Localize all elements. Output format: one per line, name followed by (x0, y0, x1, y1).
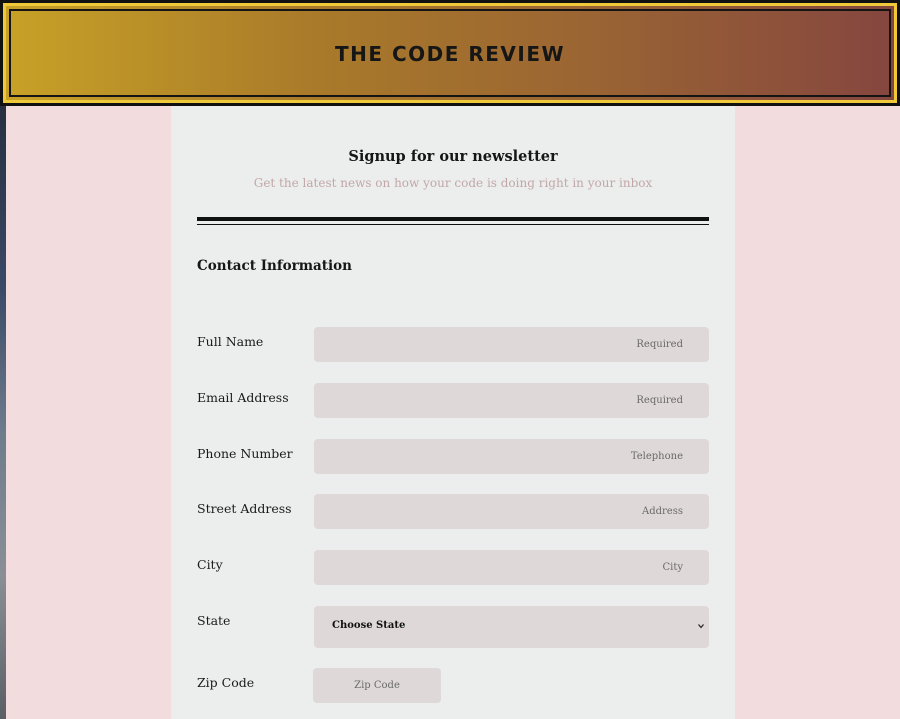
email-input[interactable] (314, 383, 709, 418)
page: THE CODE REVIEW Signup for our newslette… (0, 0, 900, 719)
header-banner: THE CODE REVIEW (3, 3, 897, 103)
city-label: City (197, 557, 223, 572)
chevron-down-icon (698, 624, 704, 629)
site-title: THE CODE REVIEW (334, 42, 566, 66)
full-name-input[interactable] (314, 327, 709, 362)
form-divider (197, 217, 709, 225)
newsletter-form-panel: Signup for our newsletter Get the latest… (171, 106, 735, 719)
full-name-label: Full Name (197, 334, 264, 349)
email-label: Email Address (197, 390, 289, 405)
street-address-input[interactable] (314, 494, 709, 529)
state-label: State (197, 613, 231, 628)
city-input[interactable] (314, 550, 709, 585)
state-select-value: Choose State (332, 620, 406, 631)
site-header: THE CODE REVIEW (0, 0, 900, 106)
zip-code-label: Zip Code (197, 675, 255, 690)
phone-label: Phone Number (197, 446, 293, 461)
zip-code-input[interactable] (313, 668, 441, 703)
phone-input[interactable] (314, 439, 709, 474)
form-subtitle: Get the latest news on how your code is … (253, 176, 653, 190)
state-select[interactable]: Choose State (314, 606, 709, 648)
street-address-label: Street Address (197, 501, 292, 516)
form-title: Signup for our newsletter (348, 148, 558, 165)
section-title-contact: Contact Information (197, 258, 352, 274)
